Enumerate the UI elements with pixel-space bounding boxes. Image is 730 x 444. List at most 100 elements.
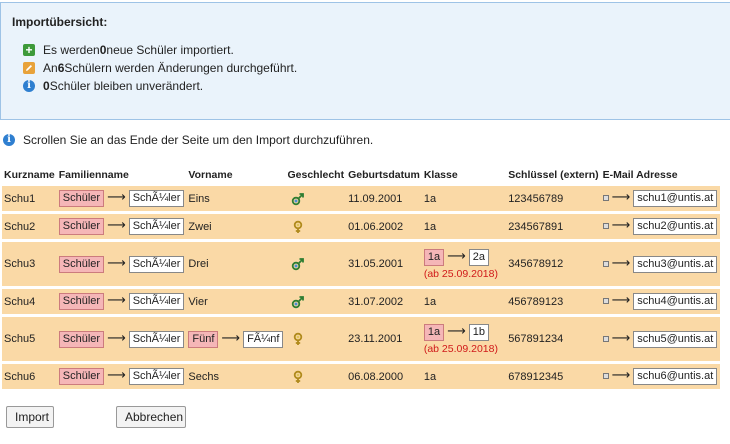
summary-changed-line: An 6 Schülern werden Änderungen durchgef… (23, 61, 297, 75)
vorname-cell: Eins (186, 186, 286, 211)
email-cell: ⟶ schu3@untis.at (600, 242, 720, 286)
geschlecht-cell (285, 186, 347, 211)
vorname-cell: Drei (186, 242, 286, 286)
familienname-old-value: Schüler (58, 218, 105, 235)
schluessel-value: 456789123 (508, 295, 564, 308)
kurzname-value: Schu3 (4, 258, 36, 270)
schluessel-value: 678912345 (508, 370, 564, 383)
empty-value-icon (602, 260, 609, 267)
klasse-value: 1a (423, 192, 437, 205)
col-header: Schlüssel (extern) (508, 169, 599, 181)
table-row: Schu1 Schüler ⟶ SchÃ¼ler Eins 11.09.2001 1a 123… (2, 186, 720, 211)
email-cell: ⟶ schu5@untis.at (600, 317, 720, 361)
kurzname-cell: Schu5 (2, 317, 57, 361)
klasse-value: 1a (423, 220, 437, 233)
empty-value-icon (602, 298, 609, 305)
klasse-effective-date: (ab 25.09.2018) (423, 267, 498, 280)
geburtsdatum-value: 23.11.2001 (348, 333, 403, 345)
col-header: Vorname (188, 169, 233, 181)
schluessel-value: 567891234 (508, 333, 564, 345)
summary-new-count: 0 (99, 43, 107, 57)
summary-changed-post: Schülern werden Änderungen durchgeführt. (64, 61, 298, 75)
arrow-icon: ⟶ (221, 329, 241, 345)
familienname-cell: Schüler ⟶ SchÃ¼ler (56, 289, 187, 314)
familienname-new-value: SchÃ¼ler (128, 190, 185, 207)
empty-value-icon (602, 335, 609, 342)
email-new-value: schu5@untis.at (633, 330, 718, 348)
vorname-cell: Vier (186, 289, 286, 314)
klasse-cell: 1a (421, 214, 507, 239)
female-icon (291, 332, 305, 345)
geburtsdatum-value: 31.07.2002 (348, 295, 404, 308)
klasse-new-value: 2a (468, 248, 489, 266)
familienname-cell: Schüler ⟶ SchÃ¼ler (56, 364, 187, 389)
summary-changed-count: 6 (57, 61, 65, 75)
arrow-icon: ⟶ (611, 217, 631, 232)
arrow-icon: ⟶ (107, 254, 126, 270)
email-cell: ⟶ schu2@untis.at (600, 214, 720, 239)
familienname-new-value: SchÃ¼ler (128, 218, 185, 235)
plus-icon: + (23, 44, 35, 56)
arrow-icon: ⟶ (107, 189, 126, 204)
summary-new-line: + Es werden 0 neue Schüler importiert. (23, 43, 234, 57)
col-header: Kurzname (4, 169, 55, 181)
familienname-new-value: SchÃ¼ler (128, 330, 185, 348)
familienname-old-value: Schüler (58, 190, 105, 207)
arrow-icon: ⟶ (447, 322, 466, 338)
schluessel-value: 234567891 (508, 220, 564, 233)
klasse-old-value: 1a (423, 323, 445, 341)
table-row: Schu4 Schüler ⟶ SchÃ¼ler Vier 31.07.2002 1a 456… (2, 289, 720, 314)
kurzname-value: Schu5 (4, 333, 36, 345)
col-header: Geschlecht (287, 169, 345, 181)
geschlecht-cell (285, 289, 347, 314)
email-cell: ⟶ schu1@untis.at (600, 186, 720, 211)
summary-title: Importübersicht: (12, 15, 108, 29)
import-table: Kurzname Familienname Vorname Geschlecht… (2, 164, 720, 392)
geburtsdatum-value: 01.06.2002 (348, 220, 404, 233)
vorname-value: Zwei (188, 220, 212, 233)
kurzname-value: Schu2 (4, 220, 36, 233)
female-icon (291, 220, 305, 233)
arrow-icon: ⟶ (107, 292, 126, 307)
geburtsdatum-cell: 01.06.2002 (346, 214, 422, 239)
geschlecht-cell (285, 242, 347, 286)
schluessel-cell: 456789123 (506, 289, 601, 314)
schluessel-value: 345678912 (508, 258, 564, 270)
klasse-cell: 1a ⟶ 1b (ab 25.09.2018) (421, 317, 507, 361)
klasse-new-value: 1b (468, 323, 489, 341)
geschlecht-cell (285, 364, 347, 389)
schluessel-cell: 678912345 (506, 364, 601, 389)
vorname-cell: Fünf ⟶ FÃ¼nf (186, 317, 286, 361)
col-header: Geburtsdatum (348, 169, 420, 181)
arrow-icon: ⟶ (107, 217, 126, 232)
arrow-icon: ⟶ (107, 329, 126, 345)
scroll-hint-text: Scrollen Sie an das Ende der Seite um de… (23, 133, 374, 147)
schluessel-cell: 345678912 (506, 242, 601, 286)
klasse-cell: 1a (421, 289, 507, 314)
klasse-cell: 1a (421, 186, 507, 211)
schluessel-value: 123456789 (508, 192, 564, 205)
cancel-button[interactable]: Abbrechen (116, 406, 186, 428)
import-button[interactable]: Import (6, 406, 54, 428)
familienname-cell: Schüler ⟶ SchÃ¼ler (56, 317, 187, 361)
geschlecht-cell (285, 214, 347, 239)
summary-unchanged-line: i 0 Schüler bleiben unverändert. (23, 79, 203, 93)
kurzname-value: Schu6 (4, 370, 36, 383)
vorname-cell: Zwei (186, 214, 286, 239)
summary-new-post: neue Schüler importiert. (106, 43, 234, 57)
vorname-value: Vier (188, 295, 208, 308)
geburtsdatum-value: 06.08.2000 (348, 370, 404, 383)
kurzname-cell: Schu6 (2, 364, 57, 389)
col-header: Klasse (423, 169, 458, 181)
arrow-icon: ⟶ (107, 367, 126, 382)
kurzname-cell: Schu3 (2, 242, 57, 286)
vorname-value: Sechs (188, 370, 219, 383)
email-cell: ⟶ schu6@untis.at (600, 364, 720, 389)
table-row: Schu2 Schüler ⟶ SchÃ¼ler Zwei 01.06.2002 1a 234… (2, 214, 720, 239)
email-cell: ⟶ schu4@untis.at (600, 289, 720, 314)
email-new-value: schu3@untis.at (633, 255, 718, 273)
table-row: Schu6 Schüler ⟶ SchÃ¼ler Sechs 06.08.2000 1a 67… (2, 364, 720, 389)
male-icon (291, 295, 305, 308)
arrow-icon: ⟶ (611, 329, 631, 345)
geburtsdatum-cell: 11.09.2001 (346, 186, 422, 211)
